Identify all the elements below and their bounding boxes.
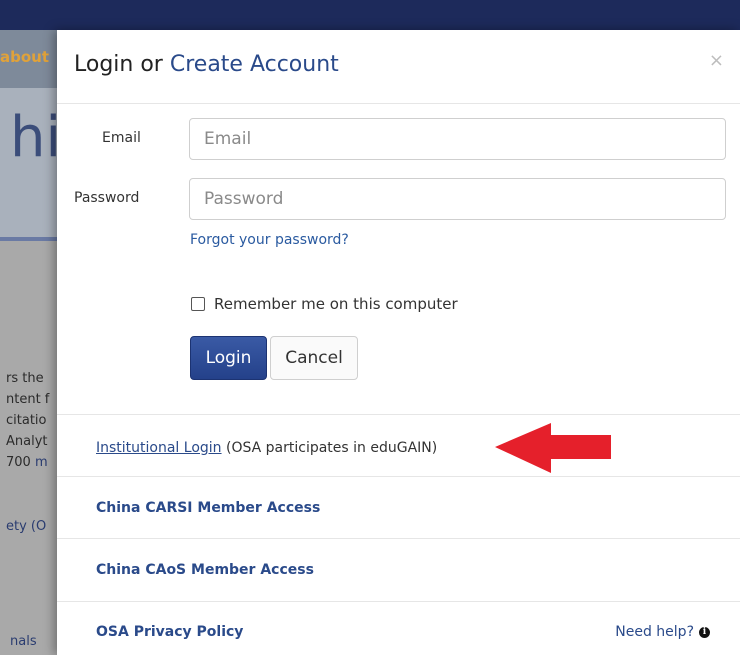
close-icon[interactable]: ×: [709, 50, 724, 71]
bg-line-link: m: [34, 455, 48, 470]
need-help-link[interactable]: Need help? i: [615, 624, 710, 640]
create-account-link[interactable]: Create Account: [170, 52, 339, 77]
modal-title: Login or Create Account: [74, 52, 339, 77]
title-prefix: Login or: [74, 52, 163, 77]
bg-text-lines: rs the ntent f citatio Analyt 700 m: [6, 368, 49, 473]
bg-line: 700 m: [6, 452, 49, 473]
password-input[interactable]: [189, 178, 726, 220]
header-divider: [57, 103, 740, 104]
divider-footer: [57, 601, 740, 602]
divider-caos: [57, 538, 740, 539]
carsi-access-link[interactable]: China CARSI Member Access: [96, 500, 320, 516]
arrow-shape: [495, 423, 611, 473]
remember-me-label: Remember me on this computer: [214, 295, 458, 313]
red-arrow-icon: [495, 423, 611, 473]
remember-me-row: Remember me on this computer: [191, 295, 458, 313]
email-input[interactable]: [189, 118, 726, 160]
need-help-label: Need help?: [615, 624, 694, 640]
bg-journals: nals: [10, 634, 37, 649]
divider-institutional: [57, 414, 740, 415]
bg-line-text: 700: [6, 455, 31, 470]
info-icon: i: [699, 626, 710, 638]
cancel-button[interactable]: Cancel: [270, 336, 358, 380]
remember-me-checkbox[interactable]: [191, 297, 205, 311]
bg-line: Analyt: [6, 434, 48, 449]
forgot-password-link[interactable]: Forgot your password?: [190, 232, 349, 248]
login-modal: Login or Create Account × Email Password…: [57, 30, 740, 655]
bg-hero-text: hi: [10, 105, 62, 170]
divider-carsi: [57, 476, 740, 477]
institutional-login-link[interactable]: Institutional Login: [96, 440, 222, 456]
institutional-row: Institutional Login (OSA participates in…: [96, 440, 437, 456]
institutional-note: (OSA participates in eduGAIN): [221, 440, 438, 456]
bg-society: ety (O: [6, 519, 47, 534]
login-button[interactable]: Login: [190, 336, 267, 380]
caos-access-link[interactable]: China CAoS Member Access: [96, 562, 314, 578]
bg-line: ntent f: [6, 392, 50, 407]
email-label: Email: [102, 130, 141, 146]
bg-top-bar: [0, 0, 740, 30]
password-label: Password: [74, 190, 140, 206]
privacy-policy-link[interactable]: OSA Privacy Policy: [96, 624, 243, 640]
bg-line: rs the: [6, 371, 44, 386]
bg-line: citatio: [6, 413, 47, 428]
bg-nav-about: about: [0, 48, 50, 66]
